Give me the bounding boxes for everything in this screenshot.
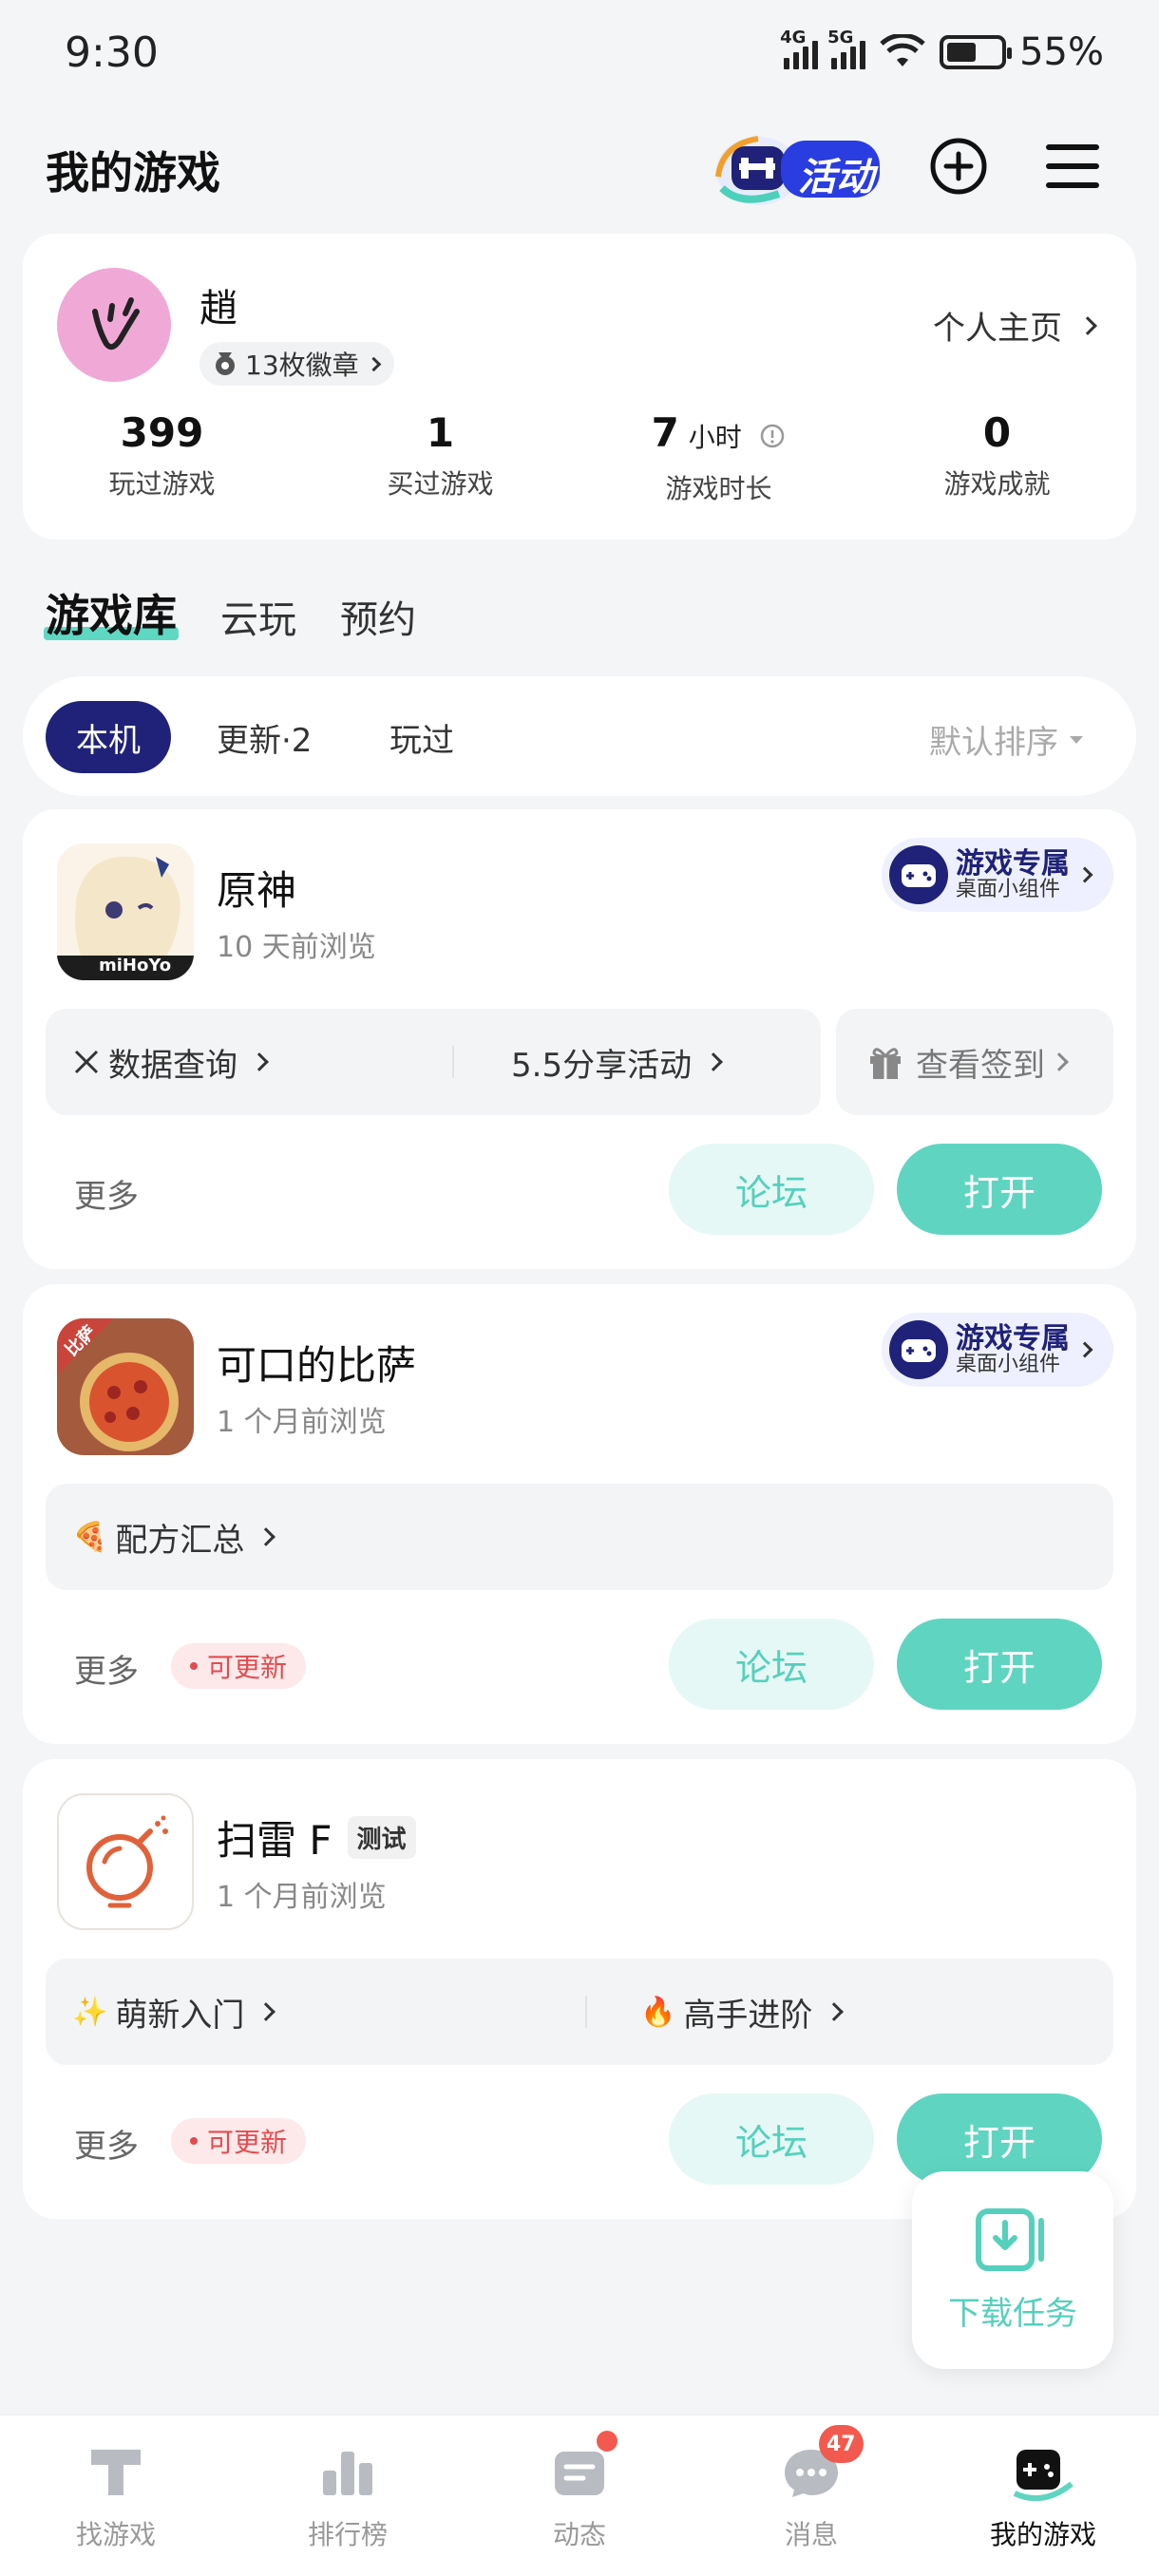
message-count-badge: 47 <box>819 2425 864 2463</box>
info-icon[interactable] <box>759 423 786 449</box>
rankings-icon <box>323 2452 372 2495</box>
bomb-icon <box>86 1815 168 1908</box>
more-link[interactable]: 更多 <box>74 2120 139 2167</box>
chevron-right-icon <box>366 356 381 371</box>
filter-updates[interactable]: 更新·2 <box>217 701 312 773</box>
swords-icon <box>74 1050 99 1074</box>
test-tag: 测试 <box>347 1816 416 1859</box>
sort-label: 默认排序 <box>929 724 1058 762</box>
signal-4g-icon: 4G <box>780 28 819 69</box>
gift-icon <box>870 1048 901 1079</box>
tab-cloud-play[interactable]: 云玩 <box>220 589 296 644</box>
hamburger-menu-icon <box>1046 144 1099 188</box>
avatar[interactable] <box>57 268 171 382</box>
bottom-nav: 找游戏 排行榜 动态 47 消息 我的游戏 <box>0 2415 1159 2576</box>
divider <box>585 1996 587 2028</box>
status-time: 9:30 <box>65 28 159 77</box>
download-label: 下载任务 <box>948 2294 1077 2333</box>
my-games-icon <box>1013 2450 1074 2501</box>
stat-playtime[interactable]: 7 小时 游戏时长 <box>580 407 858 506</box>
status-icons: 4G 5G 55% <box>780 28 1104 74</box>
update-available-tag[interactable]: 可更新 <box>171 2118 307 2164</box>
game-icon-pizza[interactable]: 比萨 <box>57 1318 194 1455</box>
page-title: 我的游戏 <box>46 147 220 199</box>
nav-my-games[interactable]: 我的游戏 <box>927 2415 1159 2576</box>
game-name[interactable]: 原神 <box>217 859 296 917</box>
more-link[interactable]: 更多 <box>74 1645 139 1692</box>
game-icon-genshin-text: miHoYo <box>99 956 172 975</box>
feed-dot <box>597 2431 618 2452</box>
tab-reservation[interactable]: 预约 <box>340 589 416 644</box>
signin-link[interactable]: 查看签到 <box>836 1009 1113 1115</box>
activity-label: 活动 <box>798 156 874 199</box>
game-icon-minesweeper[interactable] <box>57 1793 194 1930</box>
quick-links-bar: 数据查询 5.5分享活动 <box>46 1009 821 1115</box>
quick-link-data[interactable]: 数据查询 <box>72 1039 452 1086</box>
stats-row: 399 玩过游戏 1 买过游戏 7 小时 游戏时长 0 游戏成就 <box>23 407 1136 506</box>
quick-link-event[interactable]: 5.5分享活动 <box>511 1039 723 1086</box>
filter-played[interactable]: 玩过 <box>390 701 454 773</box>
homepage-link[interactable]: 个人主页 <box>933 302 1097 349</box>
find-games-icon <box>91 2450 141 2495</box>
badges-link[interactable]: 13枚徽章 <box>200 342 394 386</box>
quick-link-beginner[interactable]: ✨ 萌新入门 <box>72 1989 585 2036</box>
nav-messages[interactable]: 47 消息 <box>695 2415 927 2576</box>
avatar-face-icon <box>92 297 140 350</box>
quick-links-bar: ✨ 萌新入门 🔥 高手进阶 <box>46 1959 1113 2065</box>
sort-dropdown[interactable]: 默认排序 <box>929 716 1085 763</box>
more-link[interactable]: 更多 <box>74 1170 139 1217</box>
game-name[interactable]: 扫雷 F 测试 <box>217 1809 416 1866</box>
download-icon <box>976 2207 1044 2271</box>
game-last-viewed: 1 个月前浏览 <box>217 1406 387 1439</box>
feed-icon <box>555 2452 604 2495</box>
chevron-right-icon <box>1076 1341 1093 1358</box>
divider <box>452 1046 454 1078</box>
menu-button[interactable] <box>1041 135 1104 198</box>
stat-achievements[interactable]: 0 游戏成就 <box>858 407 1136 506</box>
forum-button[interactable]: 论坛 <box>669 2093 874 2185</box>
filter-local[interactable]: 本机 <box>46 701 171 773</box>
homepage-label: 个人主页 <box>933 310 1062 348</box>
gamepad-icon <box>889 1320 948 1379</box>
chevron-right-icon <box>1078 315 1097 335</box>
wifi-icon <box>880 34 925 66</box>
quick-links-bar: 🍕 配方汇总 <box>46 1484 1113 1590</box>
fire-icon: 🔥 <box>640 1995 676 2029</box>
battery-percent: 55% <box>1019 30 1104 74</box>
stat-bought[interactable]: 1 买过游戏 <box>301 407 580 506</box>
chevron-right-icon <box>1076 866 1093 883</box>
open-button[interactable]: 打开 <box>897 1144 1102 1235</box>
game-last-viewed: 10 天前浏览 <box>217 931 376 964</box>
gamepad-icon <box>889 845 948 904</box>
plus-circle-icon <box>930 138 987 195</box>
download-tasks-button[interactable]: 下载任务 <box>912 2171 1113 2369</box>
game-icon-genshin[interactable]: miHoYo <box>57 843 194 980</box>
update-available-tag[interactable]: 可更新 <box>171 1643 307 1689</box>
caret-down-icon <box>1070 735 1083 744</box>
open-button[interactable]: 打开 <box>897 1619 1102 1710</box>
sparkles-icon: ✨ <box>72 1995 108 2029</box>
game-last-viewed: 1 个月前浏览 <box>217 1881 387 1914</box>
nav-find-games[interactable]: 找游戏 <box>0 2415 232 2576</box>
quick-link-recipes[interactable]: 🍕 配方汇总 <box>72 1514 276 1561</box>
widget-button[interactable]: 游戏专属 桌面小组件 <box>882 838 1113 912</box>
game-name[interactable]: 可口的比萨 <box>217 1334 416 1392</box>
signal-5g-icon: 5G <box>827 28 866 69</box>
forum-button[interactable]: 论坛 <box>669 1619 874 1710</box>
nav-feed[interactable]: 动态 <box>464 2415 695 2576</box>
activity-button[interactable]: 活动 <box>703 122 884 211</box>
badges-count: 13枚徽章 <box>245 350 359 381</box>
username: 趙 <box>200 287 238 331</box>
library-tabs: 游戏库 云玩 预约 <box>44 581 416 644</box>
forum-button[interactable]: 论坛 <box>669 1144 874 1235</box>
stat-played[interactable]: 399 玩过游戏 <box>23 407 301 506</box>
battery-icon <box>940 35 1013 69</box>
tab-library[interactable]: 游戏库 <box>44 581 179 644</box>
nav-rankings[interactable]: 排行榜 <box>232 2415 464 2576</box>
medal-icon <box>216 352 235 375</box>
add-button[interactable] <box>927 135 990 198</box>
widget-button[interactable]: 游戏专属 桌面小组件 <box>882 1313 1113 1387</box>
pizza-slice-icon: 🍕 <box>72 1520 108 1554</box>
quick-link-advanced[interactable]: 🔥 高手进阶 <box>640 1989 845 2036</box>
